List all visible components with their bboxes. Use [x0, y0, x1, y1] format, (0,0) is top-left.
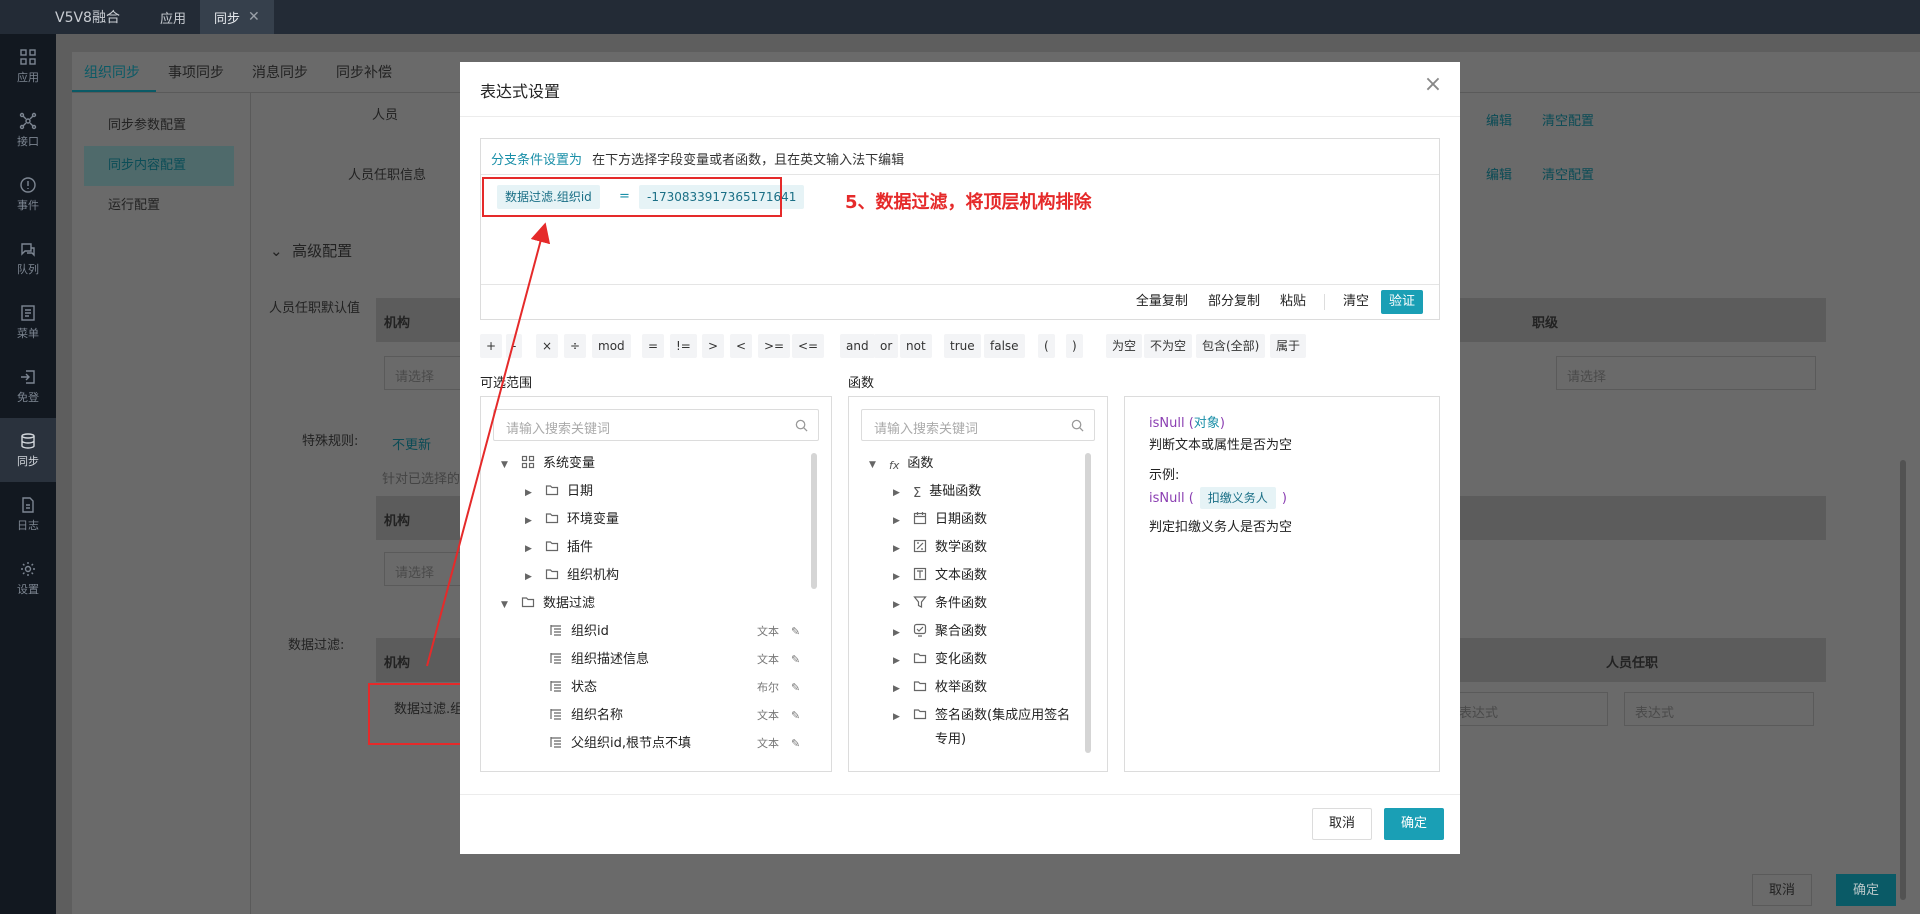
- annotation-arrow: [426, 222, 551, 667]
